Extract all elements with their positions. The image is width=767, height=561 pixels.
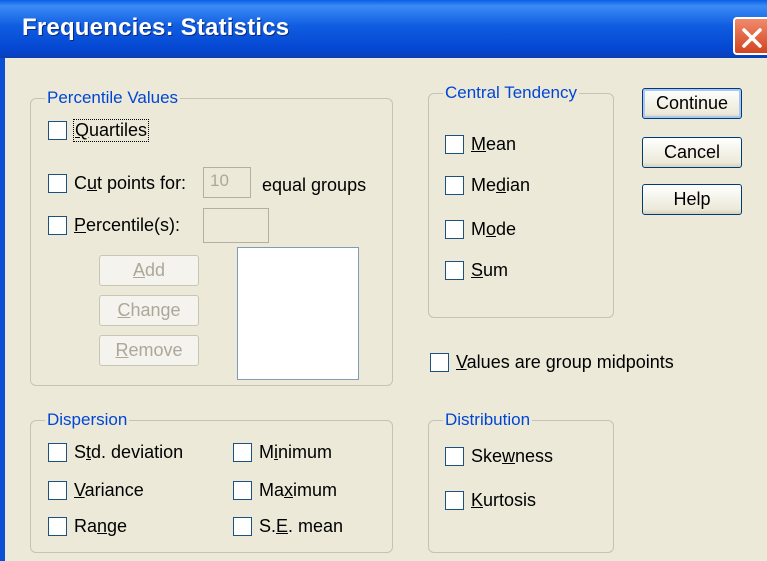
checkbox-box[interactable] [48,121,67,140]
checkbox-box[interactable] [430,353,449,372]
checkbox-box[interactable] [48,443,67,462]
window-title: Frequencies: Statistics [22,14,290,41]
cut-points-input[interactable]: 10 [203,167,251,198]
cancel-button[interactable]: Cancel [642,137,742,168]
percentiles-listbox[interactable] [237,247,359,380]
checkbox-box[interactable] [445,135,464,154]
mode-checkbox[interactable]: Mode [445,219,516,240]
add-button[interactable]: Add [99,255,199,286]
se-mean-checkbox[interactable]: S.E. mean [233,516,343,537]
central-tendency-group: Central Tendency [428,83,614,318]
std-deviation-checkbox[interactable]: Std. deviation [48,442,183,463]
sum-checkbox[interactable]: Sum [445,260,508,281]
mean-checkbox[interactable]: Mean [445,134,516,155]
central-tendency-legend: Central Tendency [443,83,579,103]
window-border [0,58,5,561]
checkbox-box[interactable] [445,491,464,510]
range-checkbox[interactable]: Range [48,516,127,537]
continue-button[interactable]: Continue [642,88,742,119]
distribution-group: Distribution [428,410,614,553]
cut-points-checkbox[interactable]: Cut points for: [48,173,186,194]
percentiles-label: Percentile(s): [74,215,181,235]
checkbox-box[interactable] [48,481,67,500]
checkbox-box[interactable] [445,447,464,466]
checkbox-box[interactable] [233,517,252,536]
percentile-values-legend: Percentile Values [45,88,181,108]
checkbox-box[interactable] [445,220,464,239]
checkbox-box[interactable] [445,176,464,195]
remove-button[interactable]: Remove [99,335,199,366]
skewness-checkbox[interactable]: Skewness [445,446,553,467]
percentile-input[interactable] [203,208,269,243]
checkbox-box[interactable] [48,174,67,193]
cut-points-label: Cut points for: [74,173,187,193]
title-bar[interactable]: Frequencies: Statistics [0,0,767,58]
checkbox-box[interactable] [445,261,464,280]
dispersion-legend: Dispersion [45,410,130,430]
variance-checkbox[interactable]: Variance [48,480,144,501]
close-button[interactable] [733,17,767,55]
group-midpoints-checkbox[interactable]: Values are group midpoints [430,352,674,373]
distribution-legend: Distribution [443,410,533,430]
quartiles-checkbox[interactable]: Quartiles [48,119,150,142]
checkbox-box[interactable] [233,443,252,462]
maximum-checkbox[interactable]: Maximum [233,480,337,501]
median-checkbox[interactable]: Median [445,175,530,196]
equal-groups-label: equal groups [262,175,367,195]
close-icon [742,28,762,48]
checkbox-box[interactable] [48,216,67,235]
help-button[interactable]: Help [642,184,742,215]
checkbox-box[interactable] [48,517,67,536]
minimum-checkbox[interactable]: Minimum [233,442,332,463]
checkbox-box[interactable] [233,481,252,500]
percentiles-checkbox[interactable]: Percentile(s): [48,215,180,236]
quartiles-label: Quartiles [72,119,150,142]
change-button[interactable]: Change [99,295,199,326]
kurtosis-checkbox[interactable]: Kurtosis [445,490,536,511]
